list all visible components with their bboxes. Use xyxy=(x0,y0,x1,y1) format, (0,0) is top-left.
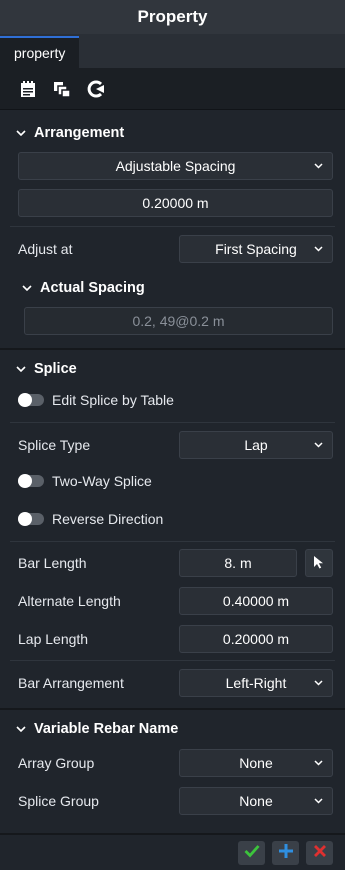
two-way-splice-label: Two-Way Splice xyxy=(52,473,152,489)
chevron-down-icon xyxy=(16,130,26,136)
clipboard-icon[interactable] xyxy=(18,79,38,99)
splice-type-label: Splice Type xyxy=(18,437,91,453)
property-panel: Property property Arrangement Adjustable… xyxy=(0,0,345,870)
cursor-arrow-icon xyxy=(313,555,325,572)
edit-splice-by-table-toggle[interactable] xyxy=(18,393,44,407)
tab-bar: property xyxy=(0,34,345,68)
splice-type-select[interactable]: Lap xyxy=(179,431,333,459)
chevron-down-icon xyxy=(22,285,32,291)
arrangement-method-select[interactable]: Adjustable Spacing xyxy=(18,152,333,180)
splice-group-value: None xyxy=(239,793,273,809)
array-group-label: Array Group xyxy=(18,755,95,771)
actual-spacing-value: 0.2, 49@0.2 m xyxy=(132,313,225,329)
bar-arrangement-select[interactable]: Left-Right xyxy=(179,669,333,697)
spacing-input[interactable]: 0.20000 m xyxy=(18,189,333,217)
title-bar: Property xyxy=(0,0,345,34)
variable-rebar-name-header[interactable]: Variable Rebar Name xyxy=(0,714,345,744)
alternate-length-value: 0.40000 m xyxy=(222,593,290,609)
array-group-value: None xyxy=(239,755,273,771)
lap-length-label: Lap Length xyxy=(18,631,89,647)
chevron-down-icon xyxy=(314,678,324,688)
panel-title: Property xyxy=(137,7,208,26)
splice-title: Splice xyxy=(34,361,77,377)
alternate-length-row: Alternate Length 0.40000 m xyxy=(0,587,345,615)
alternate-length-label: Alternate Length xyxy=(18,593,121,609)
arrangement-title: Arrangement xyxy=(34,125,125,141)
edit-splice-by-table-toggle-row[interactable]: Edit Splice by Table xyxy=(0,388,345,412)
bar-length-value: 8. m xyxy=(224,555,252,571)
chevron-down-icon xyxy=(314,440,324,450)
adjust-at-select[interactable]: First Spacing xyxy=(179,235,333,263)
array-group-row: Array Group None xyxy=(0,749,345,777)
array-group-select[interactable]: None xyxy=(179,749,333,777)
checkmark-icon xyxy=(244,844,260,861)
arrangement-method-value: Adjustable Spacing xyxy=(115,158,236,174)
bar-arrangement-value: Left-Right xyxy=(225,675,287,691)
actual-spacing-readout: 0.2, 49@0.2 m xyxy=(24,307,333,335)
reverse-direction-toggle-row[interactable]: Reverse Direction xyxy=(0,507,345,531)
lap-length-value: 0.20000 m xyxy=(222,631,290,647)
cancel-button[interactable] xyxy=(306,840,333,865)
lap-length-input[interactable]: 0.20000 m xyxy=(179,625,333,653)
variable-rebar-name-title: Variable Rebar Name xyxy=(34,721,179,737)
plus-icon xyxy=(278,843,294,862)
pick-length-button[interactable] xyxy=(305,549,333,577)
adjust-at-row: Adjust at First Spacing xyxy=(0,235,345,263)
tab-property[interactable]: property xyxy=(0,36,80,68)
reverse-direction-label: Reverse Direction xyxy=(52,511,164,527)
bar-length-input[interactable]: 8. m xyxy=(179,549,297,577)
actual-spacing-header[interactable]: Actual Spacing xyxy=(0,273,345,303)
actual-spacing-title: Actual Spacing xyxy=(40,280,145,296)
splice-group-label: Splice Group xyxy=(18,793,99,809)
chevron-down-icon xyxy=(16,366,26,372)
bar-arrangement-row: Bar Arrangement Left-Right xyxy=(0,669,345,697)
apply-button[interactable] xyxy=(238,840,265,865)
reverse-direction-toggle[interactable] xyxy=(18,512,44,526)
edit-splice-by-table-label: Edit Splice by Table xyxy=(52,392,174,408)
copy-layers-icon[interactable] xyxy=(52,79,72,99)
alternate-length-input[interactable]: 0.40000 m xyxy=(179,587,333,615)
chevron-down-icon xyxy=(314,161,324,171)
add-button[interactable] xyxy=(272,840,299,865)
bar-length-label: Bar Length xyxy=(18,555,87,571)
chevron-down-icon xyxy=(16,726,26,732)
splice-section-header[interactable]: Splice xyxy=(0,354,345,384)
adjust-at-value: First Spacing xyxy=(215,241,297,257)
two-way-splice-toggle[interactable] xyxy=(18,474,44,488)
arrangement-section-header[interactable]: Arrangement xyxy=(0,118,345,148)
two-way-splice-toggle-row[interactable]: Two-Way Splice xyxy=(0,469,345,493)
spacing-value: 0.20000 m xyxy=(142,195,209,211)
icon-toolbar xyxy=(0,68,345,110)
lap-length-row: Lap Length 0.20000 m xyxy=(0,625,345,653)
bar-length-row: Bar Length 8. m xyxy=(0,549,345,577)
splice-type-value: Lap xyxy=(244,437,268,453)
splice-group-select[interactable]: None xyxy=(179,787,333,815)
action-footer xyxy=(0,833,345,870)
splice-group-row: Splice Group None xyxy=(0,787,345,815)
splice-type-row: Splice Type Lap xyxy=(0,431,345,459)
bar-arrangement-label: Bar Arrangement xyxy=(18,675,124,691)
close-icon xyxy=(313,844,327,861)
chevron-down-icon xyxy=(314,244,324,254)
adjust-at-label: Adjust at xyxy=(18,241,73,257)
refresh-c-icon[interactable] xyxy=(86,79,106,99)
chevron-down-icon xyxy=(314,758,324,768)
chevron-down-icon xyxy=(314,796,324,806)
